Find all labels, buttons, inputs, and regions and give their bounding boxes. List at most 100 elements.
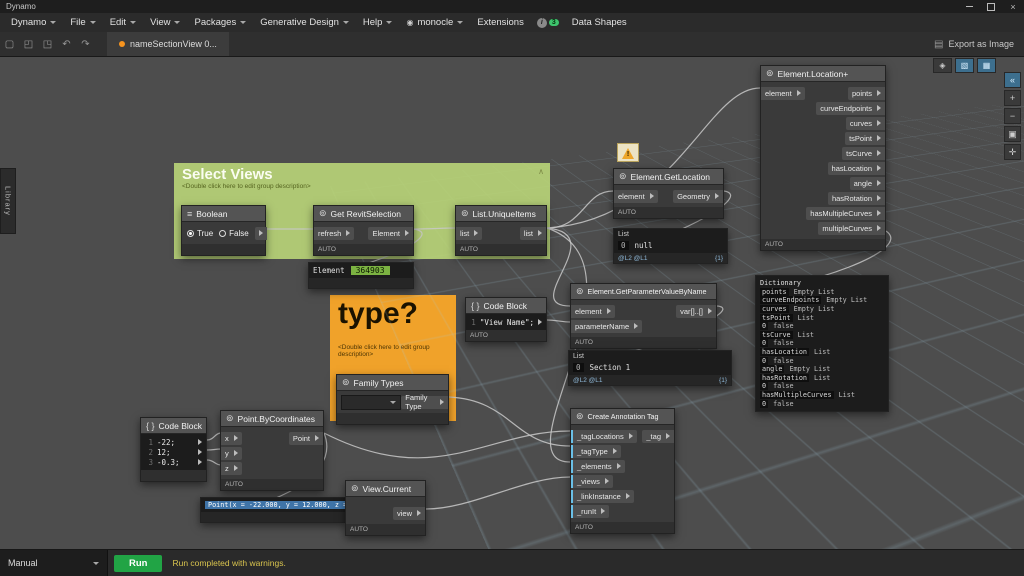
node-header[interactable]: ⊚ Element.GetParameterValueByName (571, 284, 716, 300)
graph-view-icon[interactable]: ▦ (977, 58, 996, 73)
zoom-in-icon[interactable]: + (1004, 90, 1021, 106)
zoom-out-icon[interactable]: − (1004, 108, 1021, 124)
family-type-dropdown[interactable] (341, 395, 401, 410)
node-code-block-xyz[interactable]: { } Code Block 1-22; 212; 3-0.3; (140, 417, 207, 482)
lacing-label[interactable]: AUTO (466, 330, 546, 341)
node-view-current[interactable]: ⊚ View.Current view AUTO (345, 480, 426, 536)
node-get-parameter-value[interactable]: ⊚ Element.GetParameterValueByName elemen… (570, 283, 717, 349)
export-image-button[interactable]: ▤ Export as Image (934, 39, 1014, 50)
output-port[interactable]: hasRotation (828, 192, 885, 205)
node-header[interactable]: { } Code Block (466, 298, 546, 314)
lacing-label[interactable]: AUTO (456, 244, 546, 255)
lacing-label[interactable]: AUTO (761, 239, 885, 250)
output-port[interactable]: tsCurve (842, 147, 885, 160)
output-port-list[interactable]: list (520, 227, 546, 240)
input-port-parametername[interactable]: parameterName (571, 320, 642, 333)
input-port-runit[interactable]: _runIt (571, 505, 609, 518)
input-port-element[interactable]: element (614, 190, 658, 203)
node-header[interactable]: ≡ Boolean (182, 206, 265, 222)
node-get-revit-selection[interactable]: ⊚ Get RevitSelection refresh Element AUT… (313, 205, 414, 256)
menu-packages[interactable]: Packages (187, 13, 253, 32)
wire[interactable] (207, 433, 221, 440)
output-port[interactable]: angle (850, 177, 885, 190)
geometry-view-icon[interactable]: ▧ (955, 58, 974, 73)
node-canvas[interactable]: Select Views <Double click here to edit … (0, 56, 1024, 550)
node-watch-null[interactable]: List 0null @L2 @L1 {1} (613, 228, 728, 264)
output-port[interactable]: hasMultipleCurves (806, 207, 885, 220)
radio-false[interactable]: False (219, 229, 249, 238)
lacing-label[interactable]: AUTO (614, 207, 723, 218)
input-port-taglocations[interactable]: _tagLocations (571, 430, 637, 443)
document-tab[interactable]: nameSectionView 0... (107, 32, 229, 56)
wire[interactable] (547, 320, 570, 322)
output-port[interactable] (255, 227, 267, 240)
node-point-bycoordinates[interactable]: ⊚ Point.ByCoordinates x Point y z AUTO (220, 410, 324, 491)
menu-edit[interactable]: Edit (103, 13, 143, 32)
warning-badge[interactable]: ! (617, 143, 639, 162)
lacing-label[interactable]: AUTO (571, 522, 674, 533)
port-arrow-icon[interactable] (198, 439, 202, 445)
list-levels[interactable]: @L2 @L1 (573, 377, 602, 384)
library-tab[interactable]: Library (0, 168, 16, 234)
lacing-label[interactable]: AUTO (346, 524, 425, 535)
lacing-label[interactable]: AUTO (221, 479, 323, 490)
output-port-geometry[interactable]: Geometry (673, 190, 723, 203)
menu-view[interactable]: View (143, 13, 187, 32)
new-file-icon[interactable]: ▢ (0, 39, 19, 50)
minimize-button[interactable] (958, 0, 980, 13)
code-block-body[interactable]: 1 "View Name"; (466, 314, 546, 330)
node-element-watch[interactable]: Element 364903 (308, 262, 414, 289)
node-watch-section[interactable]: List 0Section 1 @L2 @L1 {1} (568, 350, 732, 386)
port-arrow-icon[interactable] (198, 459, 202, 465)
list-levels[interactable]: @L2 @L1 (618, 255, 647, 262)
maximize-button[interactable] (980, 0, 1002, 13)
node-family-types[interactable]: ⊚ Family Types Family Type (336, 374, 449, 425)
menu-help[interactable]: Help (356, 13, 400, 32)
output-port-view[interactable]: view (393, 507, 425, 520)
input-port-views[interactable]: _views (571, 475, 613, 488)
port-arrow-icon[interactable] (538, 319, 542, 325)
node-element-location-plus[interactable]: ⊚ Element.Location+ element points curve… (760, 65, 886, 251)
input-port-linkinstance[interactable]: _linkInstance (571, 490, 634, 503)
save-icon[interactable]: ◳ (38, 39, 57, 50)
close-button[interactable]: × (1002, 0, 1024, 13)
lacing-label[interactable]: AUTO (571, 337, 716, 348)
node-header[interactable]: ⊚ Element.GetLocation (614, 169, 723, 185)
input-port-element[interactable]: element (761, 87, 805, 100)
wire[interactable] (449, 397, 570, 446)
output-port[interactable]: curveEndpoints (816, 102, 885, 115)
input-port-z[interactable]: z (221, 462, 242, 475)
wire[interactable] (324, 431, 570, 458)
output-port-var[interactable]: var[]..[] (676, 305, 716, 318)
output-port-point[interactable]: Point (289, 432, 323, 445)
menu-data-shapes[interactable]: Data Shapes (565, 13, 634, 32)
port-arrow-icon[interactable] (198, 449, 202, 455)
output-port-element[interactable]: Element (368, 227, 413, 240)
zoom-fit-icon[interactable]: ▣ (1004, 126, 1021, 142)
input-port-refresh[interactable]: refresh (314, 227, 354, 240)
input-port-elements[interactable]: _elements (571, 460, 625, 473)
menu-monocle[interactable]: ◉monocle (399, 13, 470, 32)
node-header[interactable]: ⊚ List.UniqueItems (456, 206, 546, 222)
code-block-body[interactable]: 1-22; 212; 3-0.3; (141, 434, 206, 470)
run-button[interactable]: Run (114, 555, 162, 572)
menu-extensions[interactable]: Extensions (470, 13, 530, 32)
wire[interactable] (426, 477, 570, 509)
input-port-tagtype[interactable]: _tagType (571, 445, 621, 458)
menu-generative-design[interactable]: Generative Design (253, 13, 356, 32)
output-port-tag[interactable]: _tag (642, 430, 674, 443)
node-header[interactable]: { } Code Block (141, 418, 206, 434)
redo-icon[interactable]: ↷ (76, 39, 95, 50)
output-port-family-type[interactable]: Family Type (401, 396, 448, 409)
notifications-button[interactable]: i 3 (537, 18, 559, 28)
input-port-element[interactable]: element (571, 305, 615, 318)
undo-icon[interactable]: ↶ (57, 39, 76, 50)
open-folder-icon[interactable]: ◰ (19, 39, 38, 50)
pan-icon[interactable]: ✛ (1004, 144, 1021, 160)
node-create-annotation-tag[interactable]: ⊚ Create Annotation Tag _tagLocations _t… (570, 408, 675, 534)
wire[interactable] (413, 228, 457, 229)
wire[interactable] (207, 460, 221, 465)
collapse-panel-icon[interactable]: « (1004, 72, 1021, 88)
run-mode-select[interactable]: Manual (0, 550, 108, 576)
lacing-label[interactable]: AUTO (314, 244, 413, 255)
